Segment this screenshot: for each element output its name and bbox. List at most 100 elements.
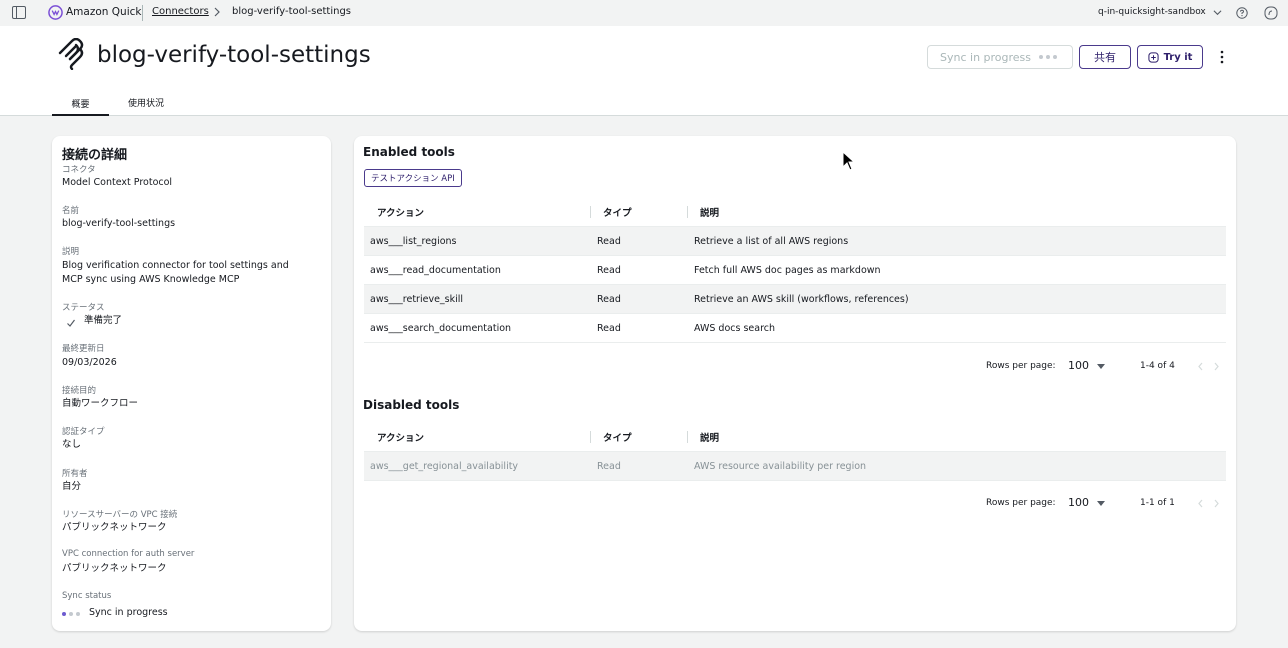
table-row[interactable]: aws___read_documentation Read Fetch full… — [364, 256, 1226, 285]
help-icon[interactable] — [1236, 7, 1248, 19]
description-value: Blog verification connector for tool set… — [62, 260, 289, 285]
action-cell: aws___read_documentation — [370, 264, 501, 276]
resource-vpc-label: リソースサーバーの VPC 接続 — [62, 510, 178, 520]
chevron-left-icon[interactable] — [1197, 362, 1204, 371]
tab-usage[interactable]: 使用状況 — [128, 96, 164, 109]
column-header-type[interactable]: タイプ — [603, 205, 632, 219]
table-row[interactable]: aws___list_regions Read Retrieve a list … — [364, 227, 1226, 256]
sync-status-value: Sync in progress — [89, 607, 168, 618]
status-label: ステータス — [62, 303, 105, 313]
description-cell: Retrieve an AWS skill (workflows, refere… — [694, 293, 909, 305]
connection-purpose-label: 接続目的 — [62, 386, 97, 396]
caret-down-icon[interactable] — [1097, 364, 1105, 370]
rows-per-page-select[interactable]: 100 — [1068, 496, 1089, 509]
auth-type-value: なし — [62, 439, 82, 450]
mouse-cursor-icon — [842, 151, 856, 171]
rows-per-page-label: Rows per page: — [986, 361, 1056, 371]
description-cell: Retrieve a list of all AWS regions — [694, 235, 849, 247]
connection-details-title: 接続の詳細 — [62, 148, 128, 163]
page-header: blog-verify-tool-settings Sync in progre… — [0, 26, 1288, 116]
name-value: blog-verify-tool-settings — [62, 218, 176, 229]
type-cell: Read — [597, 293, 621, 305]
brand-name[interactable]: Amazon Quick — [66, 6, 141, 18]
page-title: blog-verify-tool-settings — [97, 42, 371, 68]
action-cell: aws___list_regions — [370, 235, 457, 247]
column-divider[interactable] — [687, 431, 688, 443]
pagination-range: 1-1 of 1 — [1140, 498, 1175, 508]
status-value: 準備完了 — [84, 315, 123, 326]
column-header-type[interactable]: タイプ — [603, 430, 632, 444]
type-cell: Read — [597, 460, 621, 472]
breadcrumb-divider — [142, 5, 143, 21]
chevron-right-icon[interactable] — [1213, 499, 1220, 508]
action-cell: aws___search_documentation — [370, 322, 512, 334]
try-it-button[interactable]: Try it — [1137, 45, 1203, 69]
type-cell: Read — [597, 264, 621, 276]
column-divider[interactable] — [590, 206, 591, 218]
type-cell: Read — [597, 322, 621, 334]
name-label: 名前 — [62, 206, 80, 216]
chevron-right-icon[interactable] — [1213, 362, 1220, 371]
sync-button-label: Sync in progress — [940, 50, 1032, 64]
tab-overview[interactable]: 概要 — [52, 96, 109, 116]
column-header-description[interactable]: 説明 — [700, 205, 719, 219]
notifications-icon[interactable] — [1264, 6, 1278, 20]
top-bar: Amazon Quick Connectors blog-verify-tool… — [0, 0, 1288, 26]
amazon-quick-logo-icon[interactable] — [48, 5, 63, 20]
test-action-api-button[interactable]: テストアクション API — [364, 169, 462, 187]
owner-label: 所有者 — [62, 469, 88, 479]
auth-vpc-label: VPC connection for auth server — [62, 549, 195, 559]
type-cell: Read — [597, 235, 621, 247]
try-it-label: Try it — [1163, 51, 1193, 63]
disabled-tools-title: Disabled tools — [363, 398, 460, 412]
auth-vpc-value: パブリックネットワーク — [62, 563, 167, 574]
rows-per-page-select[interactable]: 100 — [1068, 359, 1089, 372]
column-header-description[interactable]: 説明 — [700, 430, 719, 444]
table-row[interactable]: aws___retrieve_skill Read Retrieve an AW… — [364, 285, 1226, 314]
disabled-tools-table: アクション タイプ 説明 aws___get_regional_availabi… — [364, 422, 1226, 481]
connector-value: Model Context Protocol — [62, 177, 173, 188]
chat-plus-icon — [1147, 51, 1159, 63]
chevron-left-icon[interactable] — [1197, 499, 1204, 508]
disabled-tools-pagination: Rows per page: 100 1-1 of 1 — [354, 494, 1236, 514]
breadcrumb-current: blog-verify-tool-settings — [232, 6, 352, 17]
chevron-down-icon[interactable] — [1213, 8, 1222, 17]
more-options-icon[interactable] — [1215, 48, 1229, 66]
auth-type-label: 認証タイプ — [62, 427, 105, 437]
enabled-tools-title: Enabled tools — [363, 145, 455, 159]
description-cell: AWS docs search — [694, 322, 776, 334]
description-cell: Fetch full AWS doc pages as markdown — [694, 264, 881, 276]
column-divider[interactable] — [590, 431, 591, 443]
sidebar-toggle-icon[interactable] — [12, 6, 26, 19]
table-row[interactable]: aws___get_regional_availability Read AWS… — [364, 452, 1226, 481]
action-cell: aws___retrieve_skill — [370, 293, 464, 305]
resource-vpc-value: パブリックネットワーク — [62, 522, 167, 533]
pagination-range: 1-4 of 4 — [1140, 361, 1175, 371]
column-divider[interactable] — [687, 206, 688, 218]
column-header-action[interactable]: アクション — [377, 430, 424, 444]
connection-details-panel: 接続の詳細 コネクタ Model Context Protocol 名前 blo… — [52, 136, 331, 631]
connector-label: コネクタ — [62, 165, 96, 175]
sync-status-label: Sync status — [62, 591, 112, 601]
chevron-right-icon — [214, 7, 220, 17]
caret-down-icon[interactable] — [1097, 501, 1105, 507]
description-cell: AWS resource availability per region — [694, 460, 867, 472]
enabled-tools-table: アクション タイプ 説明 aws___list_regions Read Ret… — [364, 197, 1226, 343]
rows-per-page-label: Rows per page: — [986, 498, 1056, 508]
enabled-tools-pagination: Rows per page: 100 1-4 of 4 — [354, 357, 1236, 377]
last-updated-value: 09/03/2026 — [62, 357, 117, 368]
loading-dots-icon — [1039, 55, 1058, 59]
connection-purpose-value: 自動ワークフロー — [62, 398, 139, 409]
last-updated-label: 最終更新日 — [62, 344, 105, 354]
share-button[interactable]: 共有 — [1079, 45, 1131, 69]
column-header-action[interactable]: アクション — [377, 205, 424, 219]
table-row[interactable]: aws___search_documentation Read AWS docs… — [364, 314, 1226, 343]
action-cell: aws___get_regional_availability — [370, 460, 519, 472]
check-icon — [67, 319, 75, 327]
account-selector[interactable]: q-in-quicksight-sandbox — [1098, 7, 1206, 17]
loading-dots-icon — [62, 612, 80, 616]
tools-panel: Enabled tools テストアクション API アクション タイプ 説明 … — [354, 136, 1236, 631]
breadcrumb-connectors-link[interactable]: Connectors — [152, 6, 209, 17]
sync-in-progress-button: Sync in progress — [927, 45, 1073, 69]
mcp-connector-icon — [58, 38, 84, 70]
